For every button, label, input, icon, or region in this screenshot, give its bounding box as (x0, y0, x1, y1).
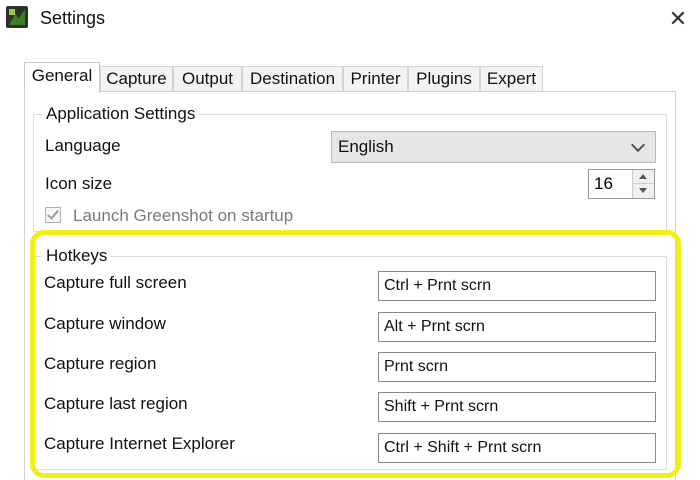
title-bar: Settings ✕ (0, 0, 700, 40)
checkmark-icon (47, 207, 59, 220)
hotkey-full-screen-input[interactable]: Ctrl + Prnt scrn (378, 271, 656, 301)
icon-size-value: 16 (594, 174, 613, 193)
tab-output[interactable]: Output (173, 66, 242, 92)
hotkey-last-region-input[interactable]: Shift + Prnt scrn (378, 392, 656, 422)
hotkey-label: Capture Internet Explorer (44, 434, 235, 453)
arrow-up-icon (639, 174, 647, 179)
window-title: Settings (40, 8, 106, 28)
hotkey-internet-explorer-input[interactable]: Ctrl + Shift + Prnt scrn (378, 433, 656, 463)
tab-destination[interactable]: Destination (242, 66, 343, 92)
launch-on-startup-checkbox[interactable] (45, 207, 61, 223)
spin-up-button[interactable] (633, 170, 654, 184)
greenshot-app-icon (6, 6, 28, 28)
language-value: English (338, 137, 394, 156)
icon-size-stepper[interactable]: 16 (588, 169, 655, 199)
launch-on-startup-label: Launch Greenshot on startup (73, 206, 294, 225)
hotkey-label: Capture window (44, 314, 166, 333)
chevron-down-icon (630, 137, 646, 153)
tab-printer[interactable]: Printer (343, 66, 408, 92)
language-label: Language (45, 136, 121, 155)
general-tab-panel: Application Settings Language English Ic… (24, 91, 676, 480)
hotkey-label: Capture region (44, 354, 157, 373)
tab-plugins[interactable]: Plugins (408, 66, 480, 92)
tab-general[interactable]: General (24, 62, 100, 93)
close-icon[interactable]: ✕ (664, 5, 692, 33)
hotkeys-label: Hotkeys (42, 246, 112, 266)
arrow-down-icon (639, 188, 647, 193)
spin-down-button[interactable] (633, 184, 654, 198)
hotkey-label: Capture last region (44, 394, 188, 413)
tab-expert[interactable]: Expert (480, 66, 543, 92)
icon-size-label: Icon size (45, 174, 113, 193)
hotkey-region-input[interactable]: Prnt scrn (378, 352, 656, 382)
hotkey-label: Capture full screen (44, 273, 187, 292)
tab-capture[interactable]: Capture (100, 66, 173, 92)
application-settings-label: Application Settings (42, 104, 200, 124)
language-select[interactable]: English (331, 131, 656, 163)
hotkey-window-input[interactable]: Alt + Prnt scrn (378, 312, 656, 342)
